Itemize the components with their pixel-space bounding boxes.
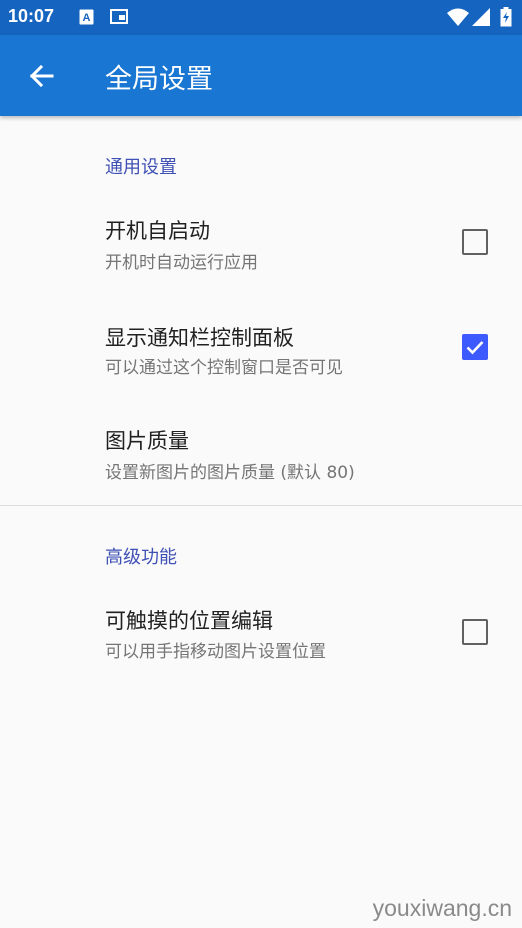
check-icon [466, 341, 484, 355]
pref-autostart-title: 开机自启动 [105, 219, 210, 243]
pref-autostart-summary: 开机时自动运行应用 [105, 253, 258, 273]
pref-touch-position-edit-summary: 可以用手指移动图片设置位置 [105, 642, 326, 662]
autostart-checkbox[interactable] [462, 229, 488, 255]
svg-text:A: A [83, 12, 91, 24]
pref-touch-position-edit-title: 可触摸的位置编辑 [105, 609, 273, 633]
pref-notification-panel-summary: 可以通过这个控制窗口是否可见 [105, 358, 343, 378]
touch-position-edit-checkbox[interactable] [462, 619, 488, 645]
signal-icon [472, 8, 490, 30]
picture-in-picture-icon [110, 9, 128, 28]
notification-panel-checkbox[interactable] [462, 334, 488, 360]
wifi-icon [447, 8, 469, 30]
accessibility-notification-icon: A [79, 9, 94, 29]
pref-image-quality-summary: 设置新图片的图片质量 (默认 80) [105, 463, 355, 483]
page-title: 全局设置 [105, 64, 213, 95]
back-button[interactable] [24, 59, 58, 93]
app-bar: 全局设置 [0, 35, 522, 116]
status-bar: 10:07 A [0, 0, 522, 35]
pref-notification-panel-title: 显示通知栏控制面板 [105, 326, 294, 350]
arrow-back-icon [29, 64, 54, 88]
pref-image-quality-title: 图片质量 [105, 429, 189, 453]
watermark: youxiwang.cn [372, 895, 512, 921]
battery-charging-icon [500, 7, 512, 31]
status-time: 10:07 [8, 6, 55, 26]
section-header-advanced: 高级功能 [105, 547, 177, 568]
section-divider [0, 505, 522, 506]
section-header-general: 通用设置 [105, 157, 177, 178]
